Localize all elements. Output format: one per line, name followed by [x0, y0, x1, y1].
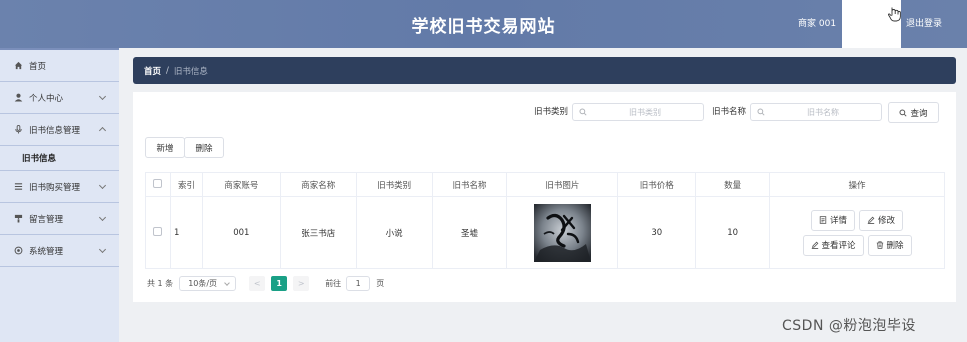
logout-button[interactable]: 退出登录 [906, 16, 942, 29]
cell-book-price: 30 [617, 196, 697, 269]
page-size-select[interactable]: 10条/页 [179, 275, 237, 291]
delete-button-label: 删除 [195, 143, 213, 154]
page-suffix-label: 页 [376, 278, 385, 288]
cell-book-category: 小说 [355, 196, 433, 269]
view-comments-button[interactable]: 查看评论 [802, 234, 864, 256]
cell-merchant-name: 张三书店 [279, 196, 357, 269]
column-header: 数量 [695, 172, 771, 197]
hand-cursor-icon [888, 7, 901, 22]
chevron-down-icon [98, 245, 107, 254]
column-header: 商家名称 [279, 172, 357, 197]
sidebar-item-system-management[interactable]: 系统管理 [0, 235, 119, 267]
home-icon [14, 61, 23, 70]
chevron-down-icon [98, 213, 107, 222]
sidebar-item-label: 旧书购买管理 [29, 182, 81, 193]
prev-page-button[interactable]: < [249, 275, 266, 291]
cell-book-name: 圣墟 [431, 196, 508, 269]
sidebar-item-label: 个人中心 [29, 93, 64, 104]
book-cover-image [533, 203, 591, 262]
edit-icon [811, 241, 818, 249]
column-header: 索引 [169, 172, 203, 197]
search-icon [579, 108, 587, 116]
sidebar-subitem-book-info[interactable]: 旧书信息 [0, 146, 119, 171]
goto-label: 前往 [325, 278, 342, 288]
chevron-down-icon [224, 279, 231, 286]
name-search-placeholder: 旧书名称 [807, 107, 839, 117]
add-button-label: 新增 [156, 143, 174, 154]
watermark: CSDN @粉泡泡毕设 [782, 318, 916, 334]
select-all-cell [145, 172, 171, 197]
mic-icon [14, 125, 23, 134]
settings-icon [14, 246, 23, 255]
search-button[interactable]: 查询 [888, 102, 939, 123]
breadcrumb-home-link[interactable]: 首页 [144, 65, 161, 77]
sidebar-item-label: 留言管理 [29, 214, 64, 225]
row-select-cell [145, 196, 171, 269]
document-icon [819, 216, 827, 224]
delete-selected-button[interactable]: 删除 [184, 137, 224, 158]
cell-merchant-account: 001 [201, 196, 281, 269]
sidebar-item-label: 系统管理 [29, 246, 64, 257]
sidebar-subitem-label: 旧书信息 [22, 154, 57, 164]
sidebar-item-label: 首页 [29, 61, 47, 72]
user-icon [14, 93, 23, 102]
view-comments-button-label: 查看评论 [821, 241, 856, 251]
page-size-value: 10条/页 [188, 278, 218, 288]
column-header: 旧书名称 [431, 172, 508, 197]
chevron-down-icon [98, 181, 107, 190]
sidebar-item-book-info-management[interactable]: 旧书信息管理 [0, 114, 119, 146]
sidebar-item-message-management[interactable]: 留言管理 [0, 203, 119, 235]
breadcrumb-current: 旧书信息 [173, 66, 208, 77]
sidebar-item-home[interactable]: 首页 [0, 50, 119, 82]
column-header: 旧书图片 [506, 172, 619, 197]
search-icon [899, 108, 908, 117]
book-table: 索引 商家账号 商家名称 旧书类别 旧书名称 旧书图片 旧书价格 数量 操作 1… [145, 172, 945, 269]
select-all-checkbox[interactable] [153, 178, 163, 188]
cell-index: 1 [169, 196, 203, 269]
message-icon [14, 214, 23, 223]
delete-row-button[interactable]: 删除 [867, 234, 912, 256]
sidebar-item-label: 旧书信息管理 [29, 125, 81, 136]
add-button[interactable]: 新增 [145, 137, 185, 158]
cell-quantity: 10 [695, 196, 771, 269]
pagination: 共 1 条 10条/页 < 1 > 前往 1 页 [147, 275, 384, 291]
page-number-button[interactable]: 1 [271, 275, 288, 291]
table-row: 1 001 张三书店 小说 圣墟 30 10 详情 修改 查看评论 删除 [145, 196, 945, 269]
category-search-placeholder: 旧书类别 [629, 107, 661, 117]
user-name: 商家 001 [798, 19, 837, 29]
edit-button-label: 修改 [878, 216, 896, 226]
column-header: 旧书价格 [617, 172, 697, 197]
column-header: 操作 [769, 172, 945, 197]
column-header: 旧书类别 [355, 172, 433, 197]
next-page-button[interactable]: > [293, 275, 310, 291]
name-search-label: 旧书名称 [712, 107, 747, 117]
row-checkbox[interactable] [153, 226, 163, 236]
delete-row-button-label: 删除 [886, 241, 904, 251]
search-button-label: 查询 [910, 108, 928, 119]
sidebar-item-personal-center[interactable]: 个人中心 [0, 82, 119, 114]
search-icon [757, 108, 765, 116]
category-search-label: 旧书类别 [534, 107, 569, 117]
sidebar-item-book-purchase-management[interactable]: 旧书购买管理 [0, 171, 119, 203]
chevron-down-icon [98, 92, 107, 101]
breadcrumb: 首页 / 旧书信息 [133, 57, 956, 84]
detail-button-label: 详情 [830, 216, 848, 226]
name-search-input[interactable]: 旧书名称 [750, 103, 882, 121]
edit-icon [867, 216, 875, 224]
goto-page-input[interactable]: 1 [346, 275, 371, 291]
trash-icon [876, 241, 883, 249]
table-header-row: 索引 商家账号 商家名称 旧书类别 旧书名称 旧书图片 旧书价格 数量 操作 [145, 172, 945, 197]
column-header: 商家账号 [201, 172, 281, 197]
detail-button[interactable]: 详情 [811, 209, 856, 231]
cell-book-image [506, 196, 619, 269]
list-icon [14, 182, 23, 191]
chevron-up-icon [98, 126, 107, 135]
cell-actions: 详情 修改 查看评论 删除 [769, 196, 945, 269]
category-search-input[interactable]: 旧书类别 [572, 103, 704, 121]
edit-button[interactable]: 修改 [859, 209, 904, 231]
total-count: 共 1 条 [147, 278, 174, 288]
sidebar: 首页 个人中心 旧书信息管理 旧书信息 旧书购买管理 留言管理 系统管理 [0, 48, 119, 342]
breadcrumb-separator: / [166, 65, 169, 76]
